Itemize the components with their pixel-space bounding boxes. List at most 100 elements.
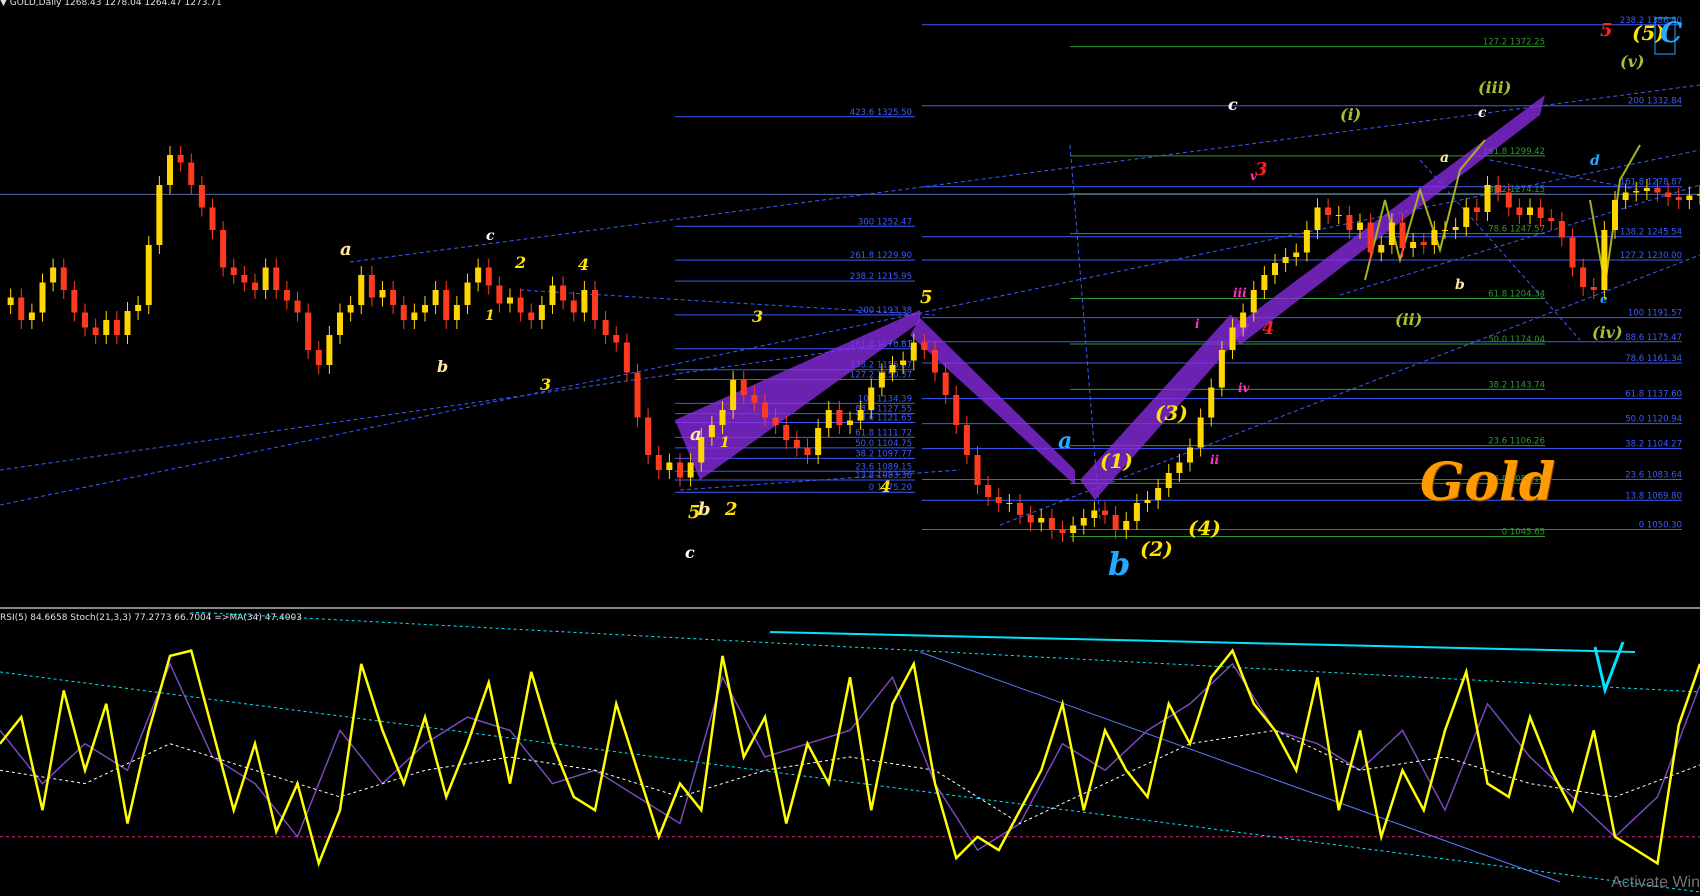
candle-body <box>1218 350 1225 388</box>
wave-label: d <box>1590 153 1600 169</box>
candle-body <box>39 282 46 313</box>
candle-body <box>1091 510 1098 518</box>
osc-trend-dashed-lower <box>0 671 1700 893</box>
fib-left-label: 38.2 1097.77 <box>855 449 912 459</box>
candle-body <box>453 305 460 320</box>
osc-arrow <box>1593 641 1625 696</box>
candle-body <box>28 312 35 320</box>
candle-body <box>592 290 598 320</box>
candle-body <box>889 365 896 373</box>
candle-body <box>1569 237 1576 268</box>
candle-body <box>740 380 747 395</box>
candle-body <box>294 300 301 313</box>
candle-body <box>1665 192 1672 197</box>
harmonic-pattern <box>1230 95 1545 345</box>
candle-body <box>1080 518 1087 526</box>
candle-body <box>411 312 418 320</box>
candle-body <box>910 342 917 361</box>
candle-body <box>634 372 641 418</box>
candle-body <box>358 275 365 305</box>
candle-body <box>379 290 386 298</box>
fib-right-label: 0 1050.30 <box>1639 521 1682 531</box>
candle-body <box>1123 521 1130 530</box>
candle-body <box>1516 207 1523 215</box>
candle-body <box>995 497 1002 503</box>
candle-body <box>1112 515 1119 530</box>
candle-body <box>1548 218 1555 221</box>
candle-body <box>1133 503 1140 521</box>
fib-right-label: 61.8 1137.60 <box>1625 390 1682 400</box>
candle-body <box>847 420 853 425</box>
fib-mid-label: 78.6 1247.57 <box>1488 225 1545 235</box>
wave-label: 4 <box>578 255 589 274</box>
candle-body <box>772 417 779 425</box>
candle-body <box>1165 473 1172 488</box>
wave-label: 5 <box>920 287 933 308</box>
candle-body <box>103 320 110 335</box>
price-chart[interactable]: 423.6 1325.50300 1252.47261.8 1229.90238… <box>0 0 1700 606</box>
candle-body <box>963 425 970 455</box>
candle-body <box>719 410 726 425</box>
candle-body <box>60 267 67 290</box>
candle-body <box>804 447 811 455</box>
candle-body <box>857 410 864 421</box>
wave-label: i <box>1195 317 1200 331</box>
candle-body <box>1229 327 1236 350</box>
candle-body <box>1590 287 1597 290</box>
candle-body <box>1367 222 1374 253</box>
candle-body <box>677 462 683 478</box>
trend-line <box>349 84 1700 263</box>
candle-body <box>1452 227 1459 230</box>
candle-body <box>1420 242 1427 245</box>
candle-body <box>1505 192 1512 208</box>
fib-right-label: 138.2 1245.54 <box>1620 228 1682 238</box>
wave-label: 2 <box>724 499 738 520</box>
wave-label: (3) <box>1155 401 1188 425</box>
fib-left-label: 100 1134.39 <box>858 394 912 404</box>
wave-label: 3 <box>540 375 551 394</box>
candle-body <box>475 267 482 283</box>
candle-body <box>167 155 173 185</box>
candle-body <box>1250 290 1257 313</box>
candle-body <box>613 335 620 343</box>
wave-label: (4) <box>1188 516 1221 540</box>
candle-body <box>262 267 269 290</box>
candle-body <box>1388 222 1395 245</box>
candle-body <box>1527 207 1533 215</box>
fib-left-label: 78.6 1121.65 <box>855 414 912 424</box>
activate-windows-watermark: Activate Win <box>1611 874 1700 891</box>
wave-label: c <box>486 228 495 244</box>
candle-body <box>198 185 205 208</box>
candle-body <box>390 290 397 305</box>
candle-body <box>368 275 375 298</box>
wave-label: a <box>690 424 702 445</box>
candle-body <box>443 290 450 320</box>
candle-body <box>1431 230 1438 245</box>
candle-body <box>1410 242 1417 248</box>
candle-body <box>878 372 885 388</box>
candle-body <box>432 290 439 305</box>
fib-mid-label: 50.0 1174.04 <box>1488 335 1545 345</box>
fib-left-label: 261.8 1229.90 <box>850 251 912 261</box>
candle-body <box>1622 192 1629 200</box>
candle-body <box>1357 222 1363 230</box>
candle-body <box>645 417 652 455</box>
pane-separator[interactable] <box>0 607 1700 609</box>
candle-body <box>1463 207 1470 227</box>
candle-body <box>1473 207 1480 212</box>
candle-body <box>708 425 715 437</box>
candle-body <box>1048 518 1055 530</box>
fib-left-label: 238.2 1215.95 <box>850 272 912 282</box>
candle-body <box>1643 188 1650 191</box>
candle-body <box>1059 530 1066 533</box>
candle-body <box>1495 185 1502 193</box>
candle-body <box>18 297 25 320</box>
candle-body <box>1282 257 1289 263</box>
oscillator-chart[interactable] <box>0 612 1700 896</box>
osc-resistance-line <box>769 631 1636 653</box>
candle-body <box>985 485 992 497</box>
candle-body <box>82 312 88 328</box>
candle-body <box>921 342 928 350</box>
candle-body <box>283 290 290 301</box>
candle-body <box>252 282 258 290</box>
